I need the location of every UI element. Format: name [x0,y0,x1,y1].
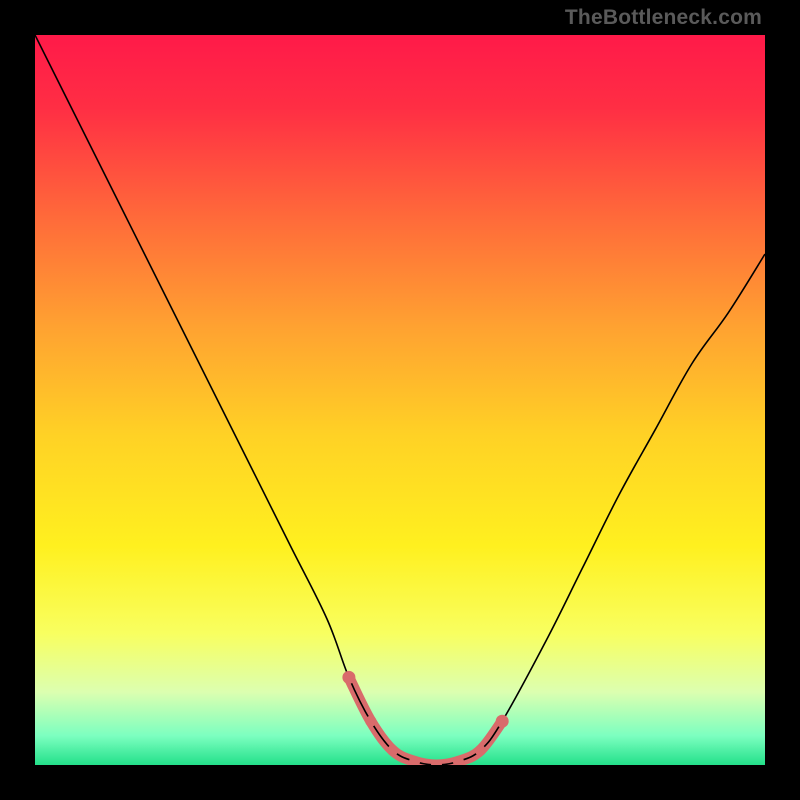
watermark-text: TheBottleneck.com [565,6,762,30]
highlight-dot [387,745,398,756]
bottleneck-curve [35,35,765,765]
highlight-dot [365,716,376,727]
highlight-dot [475,745,486,756]
highlight-dot [342,671,355,684]
plot-area [35,35,765,765]
highlight-dot [496,715,509,728]
curve-layer [35,35,765,765]
chart-container: TheBottleneck.com [0,0,800,800]
optimal-band-dots [342,671,508,765]
